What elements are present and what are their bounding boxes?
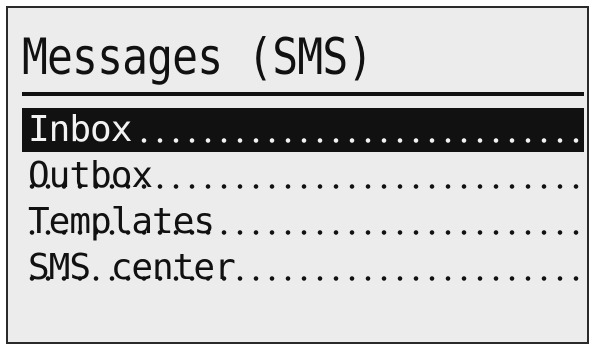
menu-item-outbox[interactable]: Outbox bbox=[22, 154, 584, 198]
menu-item-templates[interactable]: Templates bbox=[22, 200, 584, 244]
screen-title: Messages (SMS) bbox=[22, 28, 373, 86]
menu-item-label: Templates bbox=[28, 201, 215, 242]
title-divider bbox=[22, 92, 584, 96]
menu-item-label: Outbox bbox=[28, 155, 153, 196]
menu-item-label: SMS center bbox=[28, 247, 236, 288]
lcd-screen: Messages (SMS) Inbox Outbox Templates SM… bbox=[6, 6, 589, 344]
menu-item-inbox[interactable]: Inbox bbox=[22, 108, 584, 152]
menu-item-label: Inbox bbox=[22, 108, 140, 152]
menu-item-sms-center[interactable]: SMS center bbox=[22, 246, 584, 290]
messages-menu: Inbox Outbox Templates SMS center bbox=[22, 108, 584, 292]
